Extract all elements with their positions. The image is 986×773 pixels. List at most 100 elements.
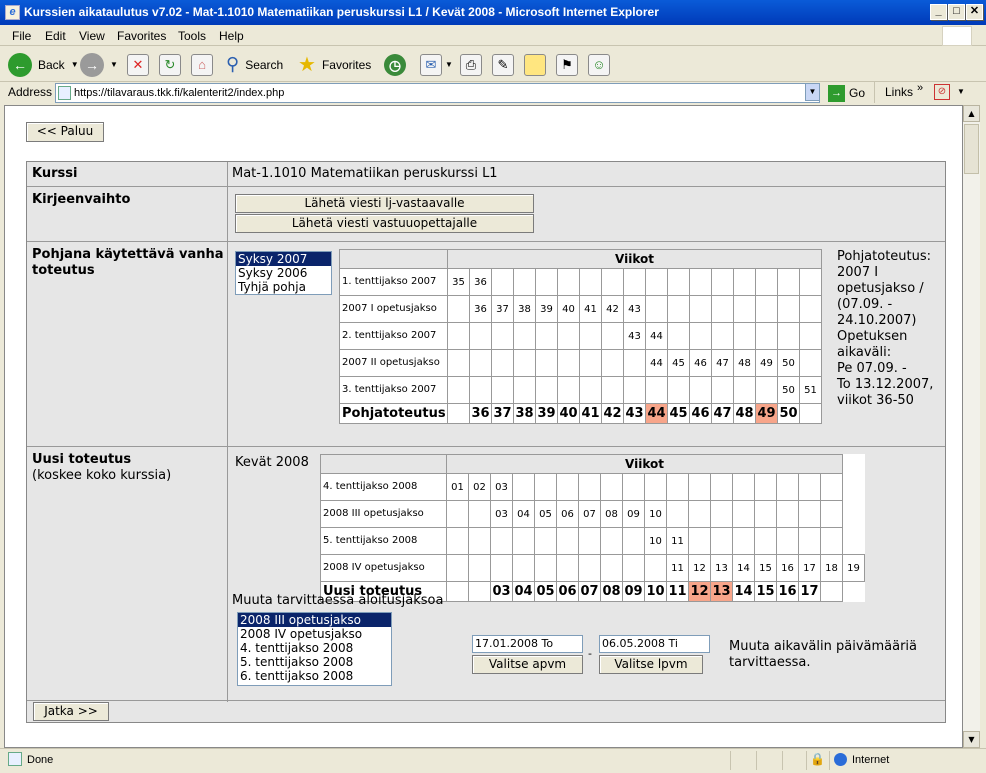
week-cell [798,473,821,501]
discuss-button[interactable] [524,51,546,78]
base-option[interactable]: Syksy 2006 [236,266,331,280]
menu-file[interactable]: File [12,29,31,43]
week-cell: 38 [513,403,536,424]
history-button[interactable]: ◷ [384,51,406,78]
week-cell: 15 [754,554,777,582]
base-option[interactable]: Tyhjä pohja [236,280,331,294]
chevron-down-icon[interactable]: ▼ [445,60,453,69]
stop-button[interactable]: ✕ [127,51,149,78]
windows-logo-icon [942,26,972,46]
links-button[interactable]: Links [885,85,913,99]
go-button[interactable]: → Go [828,83,865,103]
menu-view[interactable]: View [79,29,105,43]
new-schedule-table: Viikot 4. tenttijakso 2008 01 02 03 2008 III … [320,454,865,602]
period-option[interactable]: 5. tenttijakso 2008 [238,655,391,669]
week-cell: 45 [667,349,690,377]
menu-help[interactable]: Help [219,29,244,43]
new-row: Uusi toteutus (koskee koko kurssia) Kevä… [27,447,945,701]
period-option[interactable]: 2008 III opetusjakso [238,613,391,627]
week-cell [777,295,800,323]
search-button[interactable]: ⚲ Search [226,51,283,78]
start-date-input[interactable]: 17.01.2008 To [472,635,583,653]
scroll-down-icon[interactable]: ▼ [963,731,980,748]
menu-favorites[interactable]: Favorites [117,29,166,43]
scroll-up-icon[interactable]: ▲ [963,105,980,122]
scroll-thumb[interactable] [964,124,979,174]
back-button[interactable]: ← Back ▼ [8,51,79,78]
week-cell [556,527,579,555]
week-cell [754,500,777,528]
week-cell [447,376,470,404]
start-period-list[interactable]: 2008 III opetusjakso 2008 IV opetusjakso… [237,612,392,686]
week-cell: 16 [776,581,799,602]
new-label: Uusi toteutus [32,452,132,467]
close-button[interactable]: ✕ [966,4,983,20]
week-cell: 35 [447,268,470,296]
edit-icon: ✎ [492,53,514,76]
week-cell: 05 [534,500,557,528]
week-cell [556,473,579,501]
chevron-down-icon[interactable]: ▼ [957,87,965,96]
week-cell [535,322,558,350]
menu-edit[interactable]: Edit [45,29,66,43]
base-implementation-list[interactable]: Syksy 2007 Syksy 2006 Tyhjä pohja [235,251,332,295]
table-row: 2008 III opetusjakso 03 04 05 06 07 08 09 10 [320,500,865,528]
forward-button[interactable]: → ▼ [80,51,118,78]
week-cell [601,268,624,296]
vertical-scrollbar[interactable]: ▲ ▼ [963,105,980,748]
research-button[interactable]: ⚑ [556,51,578,78]
end-date-input[interactable]: 06.05.2008 Ti [599,635,710,653]
week-cell [556,554,579,582]
week-cell [733,268,756,296]
maximize-button[interactable]: □ [948,4,965,20]
chevron-down-icon[interactable]: ▼ [71,60,79,69]
week-cell [534,527,557,555]
week-cell [710,473,733,501]
week-cell [689,268,712,296]
period-option[interactable]: 6. tenttijakso 2008 [238,669,391,683]
window-title: Kurssien aikataulutus v7.02 - Mat-1.1010… [24,5,659,19]
week-cell: 09 [622,500,645,528]
week-cell [491,349,514,377]
summary-row: Pohjatoteutus 36 37 38 39 40 41 42 43 44 45 46 47 48 4… [339,403,822,424]
week-cell [601,322,624,350]
globe-icon [834,753,847,766]
continue-button[interactable]: Jatka >> [33,702,109,721]
week-cell [468,554,491,582]
minimize-button[interactable]: _ [930,4,947,20]
week-cell [446,527,469,555]
favorites-button[interactable]: ★ Favorites [298,51,371,78]
info-line: (07.09. - [837,297,893,312]
edit-button[interactable]: ✎ [492,51,514,78]
choose-start-date-button[interactable]: Valitse apvm [472,655,583,674]
week-cell: 38 [513,295,536,323]
send-teacher-message-button[interactable]: Lähetä viesti vastuuopettajalle [235,214,534,233]
mail-button[interactable]: ✉ ▼ [420,51,453,78]
choose-end-date-button[interactable]: Valitse lpvm [599,655,703,674]
send-lj-message-button[interactable]: Lähetä viesti lj-vastaavalle [235,194,534,213]
pdf-icon[interactable]: ⊘ [934,84,950,100]
info-line: Pe 07.09. - [837,361,907,376]
status-text: Done [27,754,54,766]
week-cell [600,473,623,501]
chevron-down-icon[interactable]: ▼ [110,60,118,69]
week-cell [732,473,755,501]
chevron-down-icon[interactable]: ▼ [805,83,820,101]
chevron-right-icon[interactable]: » [917,82,923,94]
week-cell [689,322,712,350]
week-cell: 47 [711,403,734,424]
back-link-button[interactable]: << Paluu [26,122,104,142]
base-option[interactable]: Syksy 2007 [236,252,331,266]
menu-tools[interactable]: Tools [178,29,206,43]
week-cell: 42 [601,403,624,424]
address-input[interactable]: https://tilavaraus.tkk.fi/kalenterit2/in… [55,83,820,103]
week-cell [513,268,536,296]
print-button[interactable]: ⎙ [460,51,482,78]
info-line: aikaväli: [837,345,892,360]
messenger-button[interactable]: ☺ [588,51,610,78]
home-button[interactable]: ⌂ [191,51,213,78]
period-option[interactable]: 2008 IV opetusjakso [238,627,391,641]
refresh-button[interactable]: ↻ [159,51,181,78]
week-cell [711,295,734,323]
period-option[interactable]: 4. tenttijakso 2008 [238,641,391,655]
